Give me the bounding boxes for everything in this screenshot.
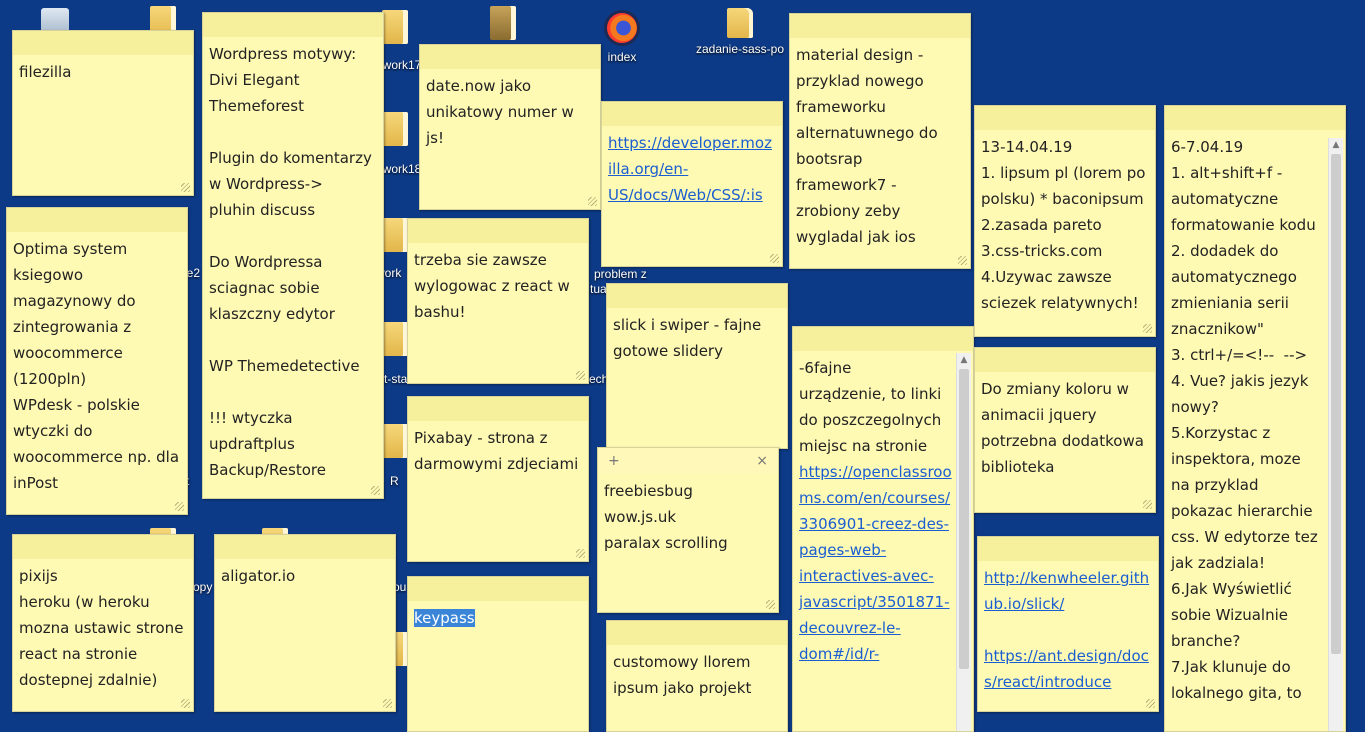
- resize-grip-icon[interactable]: [576, 371, 585, 380]
- note-text[interactable]: pixijs heroku (w heroku mozna ustawic st…: [13, 559, 193, 693]
- sticky-note-mdn[interactable]: https://developer.mozilla.org/en-US/docs…: [601, 101, 783, 267]
- folder-icon[interactable]: [490, 6, 516, 40]
- sticky-note-pixijs[interactable]: pixijs heroku (w heroku mozna ustawic st…: [12, 534, 194, 712]
- sticky-note-dates-6-7[interactable]: 6-7.04.19 1. alt+shift+f - automatyczne …: [1164, 105, 1346, 732]
- desktop-icon-label: zadanie-sass-po: [695, 42, 785, 56]
- resize-grip-icon[interactable]: [766, 600, 775, 609]
- note-title-bar[interactable]: [420, 45, 600, 69]
- sticky-note-react-bash[interactable]: trzeba sie zawsze wylogowac z react w ba…: [407, 218, 589, 384]
- resize-grip-icon[interactable]: [588, 197, 597, 206]
- folder-icon[interactable]: [382, 10, 408, 44]
- note-text[interactable]: 13-14.04.19 1. lipsum pl (lorem po polsk…: [975, 130, 1155, 316]
- slick-link[interactable]: http://kenwheeler.github.io/slick/: [984, 569, 1149, 613]
- note-text[interactable]: slick i swiper - fajne gotowe slidery: [607, 308, 787, 364]
- sticky-note-freebies[interactable]: + × freebiesbug wow.js.uk paralax scroll…: [597, 447, 779, 613]
- note-scrollbar[interactable]: ▲: [1328, 138, 1343, 731]
- note-title-bar[interactable]: [602, 102, 782, 126]
- resize-grip-icon[interactable]: [1143, 324, 1152, 333]
- sticky-note-keypass[interactable]: keypass: [407, 576, 589, 732]
- note-title-bar[interactable]: [1165, 106, 1345, 130]
- note-title-bar[interactable]: + ×: [598, 448, 778, 474]
- close-note-button[interactable]: ×: [756, 453, 768, 469]
- sticky-note-datenow[interactable]: date.now jako unikatowy numer w js!: [419, 44, 601, 210]
- openclassrooms-link[interactable]: https://openclassrooms.com/en/courses/33…: [799, 463, 952, 663]
- folder-icon[interactable]: [382, 424, 408, 458]
- note-title-bar[interactable]: [13, 535, 193, 559]
- note-text[interactable]: Optima system ksiegowo magazynowy do zin…: [7, 232, 187, 496]
- desktop-icon-zadanie-sass[interactable]: zadanie-sass-po: [690, 8, 790, 56]
- sticky-note-fajne[interactable]: -6fajne urządzenie, to linki do poszczeg…: [792, 326, 974, 732]
- note-text[interactable]: Wordpress motywy: Divi Elegant Themefore…: [203, 37, 383, 483]
- note-title-bar[interactable]: [408, 219, 588, 243]
- resize-grip-icon[interactable]: [383, 699, 392, 708]
- resize-grip-icon[interactable]: [175, 502, 184, 511]
- note-title-bar[interactable]: [975, 106, 1155, 130]
- resize-grip-icon[interactable]: [181, 699, 190, 708]
- folder-icon[interactable]: [382, 112, 408, 146]
- desktop-label-partial: opy: [193, 580, 213, 594]
- note-text[interactable]: keypass: [408, 601, 588, 631]
- note-title-bar[interactable]: [975, 348, 1155, 372]
- folder-icon[interactable]: [382, 322, 408, 356]
- note-title-bar[interactable]: [793, 327, 973, 351]
- note-scrollbar[interactable]: ▲: [956, 353, 971, 731]
- note-text[interactable]: -6fajne urządzenie, to linki do poszczeg…: [793, 351, 973, 667]
- note-text[interactable]: trzeba sie zawsze wylogowac z react w ba…: [408, 243, 588, 325]
- note-title-bar[interactable]: [13, 31, 193, 55]
- scrollbar-thumb[interactable]: [959, 369, 969, 669]
- note-title-bar[interactable]: [978, 537, 1158, 561]
- sticky-note-customowy[interactable]: customowy llorem ipsum jako projekt: [606, 620, 788, 732]
- note-title-bar[interactable]: [607, 284, 787, 308]
- resize-grip-icon[interactable]: [576, 549, 585, 558]
- note-text-content[interactable]: -6fajne urządzenie, to linki do poszczeg…: [799, 359, 941, 455]
- note-text[interactable]: material design - przyklad nowego framew…: [790, 38, 970, 250]
- sticky-note-filezilla[interactable]: filezilla: [12, 30, 194, 196]
- mdn-link[interactable]: https://developer.mozilla.org/en-US/docs…: [608, 134, 772, 204]
- note-text[interactable]: customowy llorem ipsum jako projekt: [607, 645, 787, 701]
- sticky-note-wordpress[interactable]: Wordpress motywy: Divi Elegant Themefore…: [202, 12, 384, 499]
- sticky-note-slick-swiper[interactable]: slick i swiper - fajne gotowe slidery: [606, 283, 788, 449]
- firefox-icon: [604, 10, 640, 46]
- resize-grip-icon[interactable]: [958, 256, 967, 265]
- note-text[interactable]: Pixabay - strona z darmowymi zdjeciami: [408, 421, 588, 477]
- note-text[interactable]: aligator.io: [215, 559, 395, 589]
- note-text[interactable]: freebiesbug wow.js.uk paralax scrolling: [598, 474, 778, 556]
- note-text[interactable]: 6-7.04.19 1. alt+shift+f - automatyczne …: [1165, 130, 1345, 706]
- note-title-bar[interactable]: [607, 621, 787, 645]
- folder-icon: [727, 8, 753, 38]
- note-text[interactable]: Do zmiany koloru w animacii jquery potrz…: [975, 372, 1155, 480]
- note-title-bar[interactable]: [203, 13, 383, 37]
- sticky-note-kolor[interactable]: Do zmiany koloru w animacii jquery potrz…: [974, 347, 1156, 513]
- note-title-bar[interactable]: [215, 535, 395, 559]
- sticky-note-aligator[interactable]: aligator.io: [214, 534, 396, 712]
- note-title-bar[interactable]: [408, 397, 588, 421]
- note-text[interactable]: https://developer.mozilla.org/en-US/docs…: [602, 126, 782, 208]
- note-text[interactable]: date.now jako unikatowy numer w js!: [420, 69, 600, 151]
- add-note-button[interactable]: +: [608, 453, 620, 469]
- resize-grip-icon[interactable]: [1146, 699, 1155, 708]
- scroll-up-icon[interactable]: ▲: [1329, 138, 1343, 152]
- resize-grip-icon[interactable]: [181, 183, 190, 192]
- sticky-note-dates-13-14[interactable]: 13-14.04.19 1. lipsum pl (lorem po polsk…: [974, 105, 1156, 337]
- note-title-bar[interactable]: [7, 208, 187, 232]
- folder-icon[interactable]: [382, 218, 408, 252]
- desktop-label-partial: problem z: [594, 267, 647, 281]
- sticky-note-optima[interactable]: Optima system ksiegowo magazynowy do zin…: [6, 207, 188, 515]
- selected-text[interactable]: keypass: [414, 609, 475, 627]
- resize-grip-icon[interactable]: [770, 254, 779, 263]
- note-title-bar[interactable]: [408, 577, 588, 601]
- desktop-label-partial: R: [390, 474, 399, 488]
- desktop-icon-label: index: [607, 50, 637, 64]
- ant-design-link[interactable]: https://ant.design/docs/react/introduce: [984, 647, 1149, 691]
- resize-grip-icon[interactable]: [371, 486, 380, 495]
- scroll-up-icon[interactable]: ▲: [957, 353, 971, 367]
- sticky-note-links[interactable]: http://kenwheeler.github.io/slick/ https…: [977, 536, 1159, 712]
- note-text[interactable]: filezilla: [13, 55, 193, 85]
- note-title-bar[interactable]: [790, 14, 970, 38]
- sticky-note-pixabay[interactable]: Pixabay - strona z darmowymi zdjeciami: [407, 396, 589, 562]
- resize-grip-icon[interactable]: [1143, 500, 1152, 509]
- scrollbar-thumb[interactable]: [1331, 154, 1341, 654]
- note-text[interactable]: http://kenwheeler.github.io/slick/ https…: [978, 561, 1158, 695]
- sticky-note-material[interactable]: material design - przyklad nowego framew…: [789, 13, 971, 269]
